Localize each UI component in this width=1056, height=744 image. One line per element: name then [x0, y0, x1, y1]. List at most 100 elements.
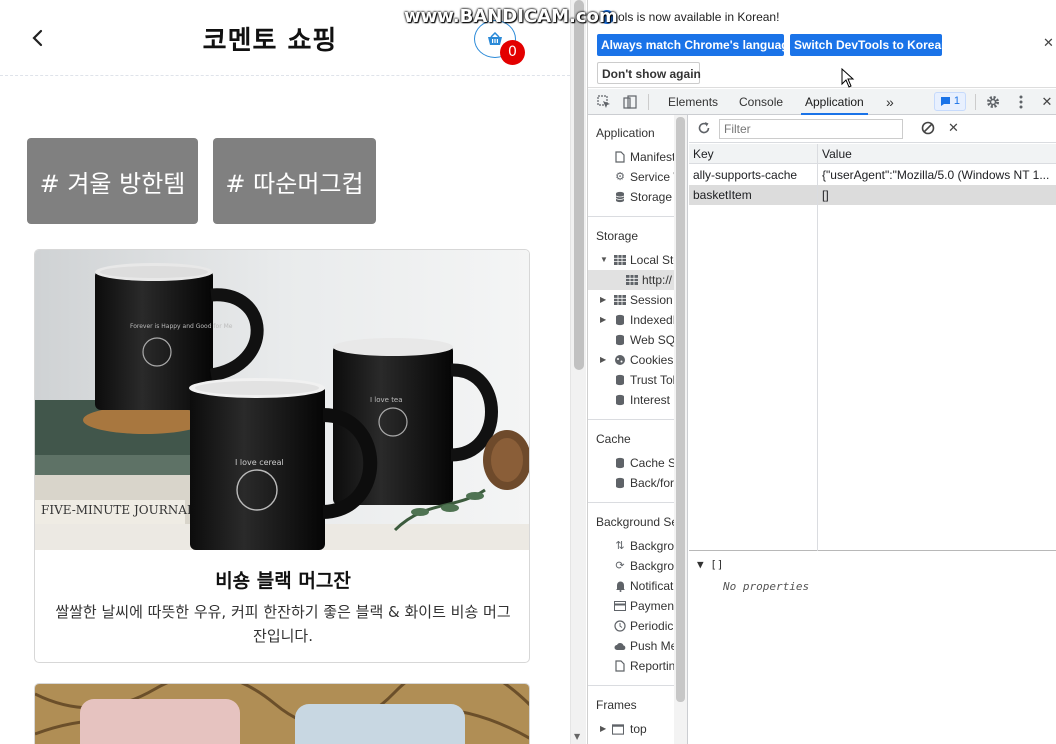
product-description: 쌀쌀한 날씨에 따뜻한 우유, 커피 한잔하기 좋은 블랙 & 화이트 비숑 머…: [55, 603, 511, 645]
tab-elements[interactable]: Elements: [664, 89, 722, 115]
application-sidebar: Application Manifest ⚙ Service Workers S…: [588, 115, 688, 744]
product-card[interactable]: [34, 683, 530, 744]
sidebar-scrollbar-thumb[interactable]: [676, 117, 685, 702]
product-card[interactable]: FIVE-MINUTE JOURNAL Forever is Happy and…: [34, 249, 530, 663]
sidebar-item-periodic-sync[interactable]: Periodic Background Sync: [588, 616, 687, 636]
always-match-language-button[interactable]: Always match Chrome's language: [597, 34, 795, 56]
tab-application[interactable]: Application: [801, 89, 868, 115]
clear-all-icon[interactable]: [921, 121, 935, 135]
database-icon: [614, 314, 626, 326]
sidebar-item-notifications[interactable]: Notifications: [588, 576, 687, 596]
sidebar-item-reporting-api[interactable]: Reporting API: [588, 656, 687, 676]
sidebar-item-background-fetch[interactable]: ⇅ Background Fetch: [588, 536, 687, 556]
book-label: FIVE-MINUTE JOURNAL: [41, 503, 195, 517]
sidebar-scrollbar[interactable]: [674, 115, 687, 744]
devtools-panel: ols is now available in Korean! Always m…: [587, 0, 1056, 744]
table-row[interactable]: basketItem []: [689, 185, 1056, 205]
more-tabs-icon[interactable]: »: [882, 89, 898, 115]
column-header-key[interactable]: Key: [689, 144, 817, 164]
grid-icon: [614, 254, 626, 266]
filter-input[interactable]: [719, 119, 903, 139]
table-row[interactable]: ally-supports-cache {"userAgent":"Mozill…: [689, 165, 1056, 185]
bell-icon: [614, 580, 626, 592]
close-devtools-icon[interactable]: ✕: [1038, 93, 1056, 111]
product-image: [35, 684, 529, 744]
issues-count: 1: [953, 95, 960, 107]
sidebar-item-local-origin[interactable]: http://: [588, 270, 687, 290]
collapsed-arrow-icon[interactable]: ▶: [600, 290, 606, 310]
recording-watermark: www.BANDICAM.com: [404, 6, 618, 27]
gear-icon: ⚙: [615, 171, 625, 183]
document-icon: [614, 660, 626, 672]
credit-card-icon: [614, 600, 626, 612]
clock-icon: [614, 620, 626, 632]
database-icon: [614, 394, 626, 406]
scroll-down-arrow-icon[interactable]: ▼: [574, 732, 580, 741]
database-icon: [614, 477, 626, 489]
row-value: []: [822, 188, 829, 202]
sidebar-item-service-workers[interactable]: ⚙ Service Workers: [588, 167, 687, 187]
device-toolbar-icon[interactable]: [621, 93, 639, 111]
product-image-mugs: FIVE-MINUTE JOURNAL Forever is Happy and…: [35, 250, 529, 550]
infobar-message: ols is now available in Korean!: [618, 10, 780, 24]
devtools-toolbar: Elements Console Application » 1 ✕: [588, 89, 1056, 115]
database-icon: [614, 374, 626, 386]
column-divider[interactable]: [817, 144, 818, 551]
sync-icon: ⟳: [615, 560, 625, 572]
message-icon: [941, 97, 950, 106]
close-icon[interactable]: ✕: [1043, 35, 1054, 51]
storage-view: ✕ Key Value ally-supports-cache {"userAg…: [689, 115, 1056, 744]
mouse-cursor-icon: [841, 68, 855, 88]
sidebar-item-interest-groups[interactable]: Interest Groups: [588, 390, 687, 410]
sidebar-item-cookies[interactable]: ▶ Cookies: [588, 350, 687, 370]
tag-button-mug[interactable]: # 따순머그컵: [213, 138, 376, 224]
sidebar-item-background-sync[interactable]: ⟳ Background Sync: [588, 556, 687, 576]
sidebar-item-indexeddb[interactable]: ▶ IndexedDB: [588, 310, 687, 330]
sidebar-header-application: Application: [596, 126, 655, 140]
sidebar-item-web-sql[interactable]: Web SQL: [588, 330, 687, 350]
basket-icon: [488, 32, 502, 45]
sidebar-header-storage: Storage: [596, 229, 639, 243]
issues-badge[interactable]: 1: [934, 92, 966, 111]
tab-console[interactable]: Console: [735, 89, 787, 115]
sidebar-item-push-messaging[interactable]: Push Messaging: [588, 636, 687, 656]
database-icon: [614, 334, 626, 346]
row-key: ally-supports-cache: [693, 168, 798, 182]
sidebar-item-payment-handler[interactable]: Payment Handler: [588, 596, 687, 616]
sidebar-item-session-storage[interactable]: ▶ Session Storage: [588, 290, 687, 310]
page-scrollbar-thumb[interactable]: [574, 0, 584, 370]
expanded-arrow-icon[interactable]: ▼: [600, 250, 608, 270]
more-options-icon[interactable]: [1012, 93, 1030, 111]
mug-label-3: I love cereal: [235, 458, 284, 467]
mug-label-1: Forever is Happy and Good for Me: [130, 323, 233, 330]
column-header-value[interactable]: Value: [818, 144, 1049, 164]
database-icon: [614, 457, 626, 469]
page-scrollbar[interactable]: ▼: [570, 0, 586, 744]
sidebar-item-back-forward-cache[interactable]: Back/forward cache: [588, 473, 687, 493]
product-name: 비숑 블랙 머그잔: [215, 570, 351, 592]
dont-show-again-button[interactable]: Don't show again: [597, 62, 701, 84]
cart-count-badge: 0: [500, 40, 525, 65]
sidebar-item-local-storage[interactable]: ▼ Local Storage: [588, 250, 687, 270]
refresh-icon[interactable]: [697, 121, 711, 135]
grid-icon: [614, 294, 626, 306]
up-down-arrows-icon: ⇅: [615, 540, 625, 552]
collapsed-arrow-icon[interactable]: ▶: [600, 719, 606, 739]
settings-gear-icon[interactable]: [984, 93, 1002, 111]
sidebar-item-storage[interactable]: Storage: [588, 187, 687, 207]
inspect-element-icon[interactable]: [595, 93, 613, 111]
sidebar-item-cache-storage[interactable]: Cache Storage: [588, 453, 687, 473]
collapsed-arrow-icon[interactable]: ▶: [600, 350, 606, 370]
tag-button-winter[interactable]: # 겨울 방한템: [27, 138, 198, 224]
delete-selected-icon[interactable]: ✕: [948, 120, 959, 136]
shop-page: 코멘토 쇼핑 0 # 겨울 방한템 # 따순머그컵 FIVE-MINUTE JO…: [0, 0, 570, 744]
sidebar-item-top-frame[interactable]: ▶ top: [588, 719, 687, 739]
preview-root[interactable]: ▼ []: [697, 558, 724, 571]
switch-to-korean-button[interactable]: Switch DevTools to Korean: [790, 34, 948, 56]
collapsed-arrow-icon[interactable]: ▶: [600, 310, 606, 330]
sidebar-item-trust-tokens[interactable]: Trust Tokens: [588, 370, 687, 390]
sidebar-header-cache: Cache: [596, 432, 631, 446]
database-icon: [614, 191, 626, 203]
sidebar-item-manifest[interactable]: Manifest: [588, 147, 687, 167]
language-infobar: ols is now available in Korean! Always m…: [588, 0, 1056, 88]
